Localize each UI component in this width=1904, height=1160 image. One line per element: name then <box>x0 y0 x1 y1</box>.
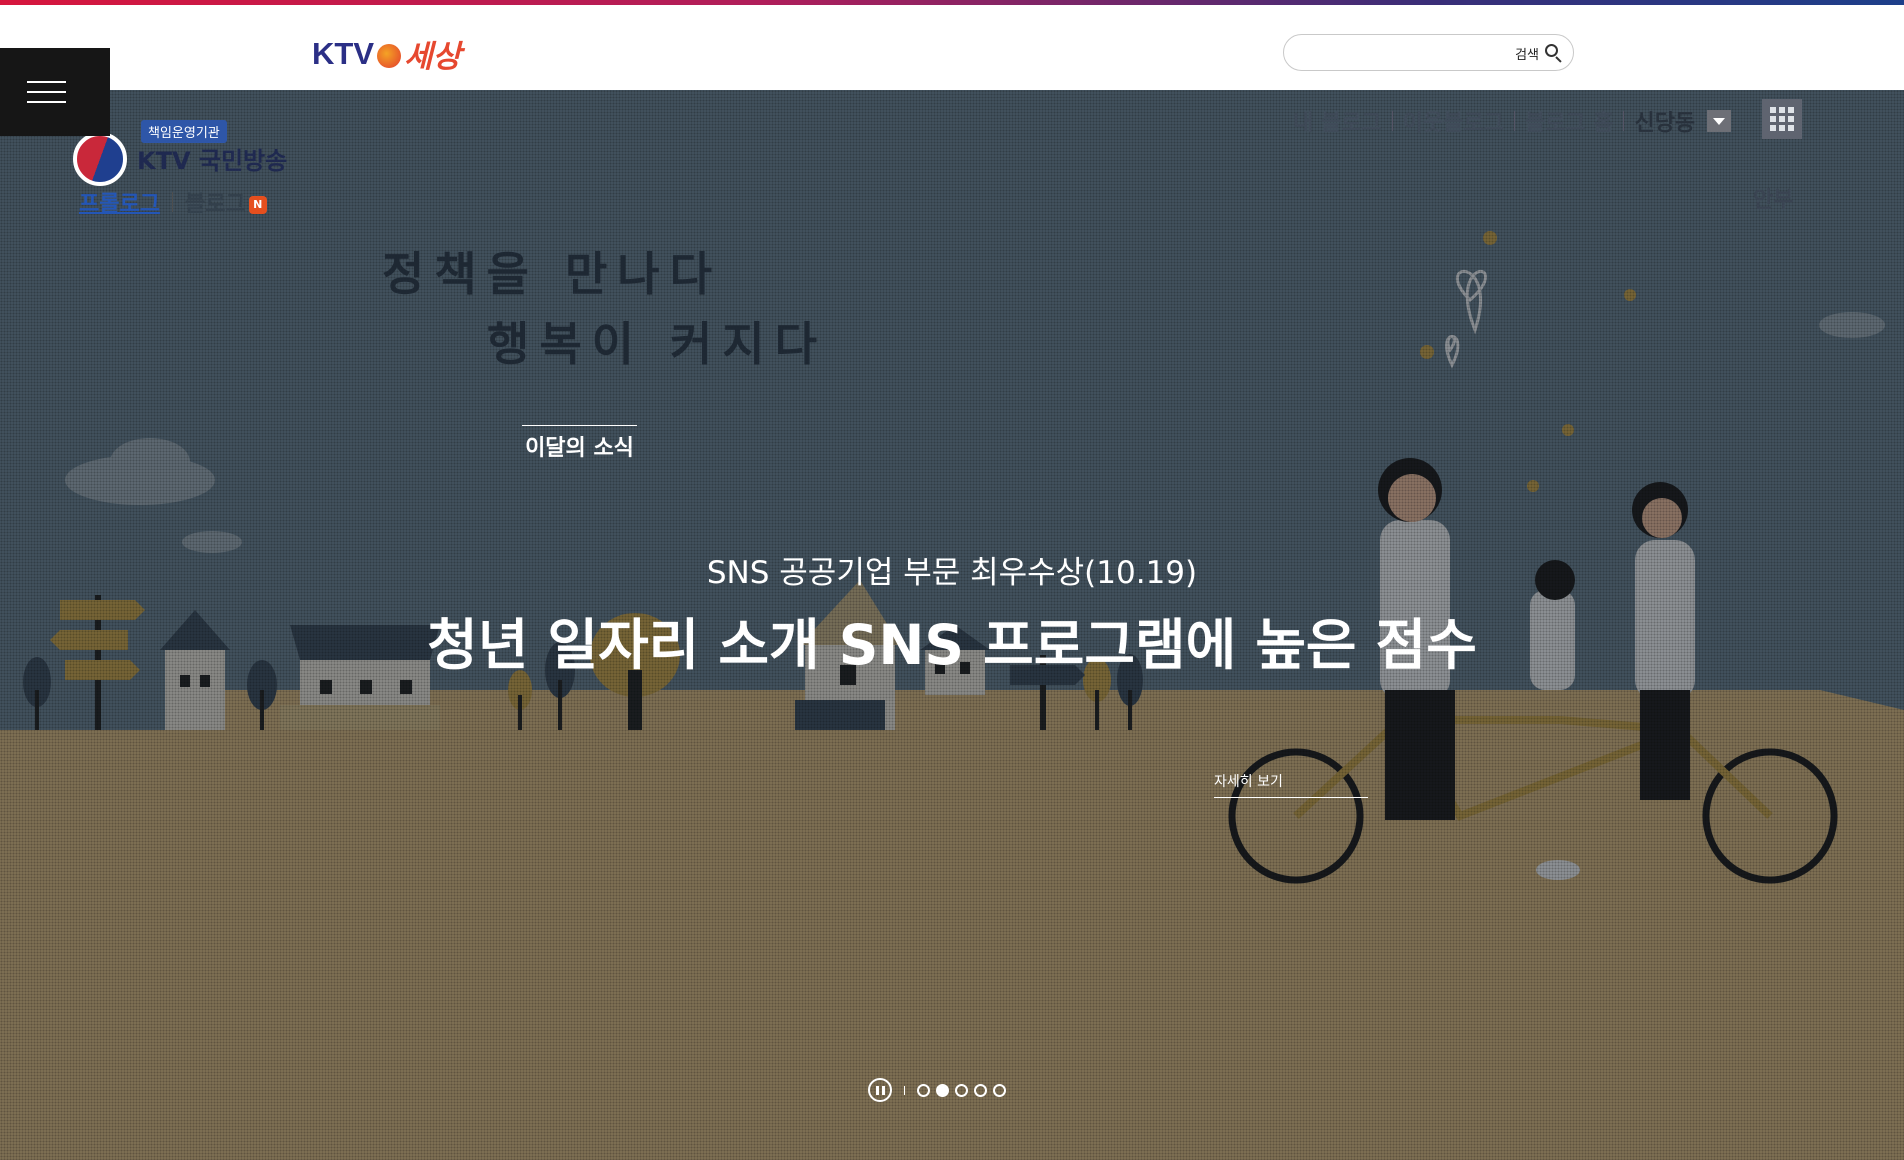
site-header: KTV 세상 검색 <box>0 5 1904 90</box>
guestbook-link[interactable]: 안부 <box>1753 182 1793 214</box>
slide-pager <box>868 1078 1006 1102</box>
tab-prolog[interactable]: 프롤로그 <box>79 186 160 218</box>
slogan-line-1: 정책을 만나다 <box>382 247 722 301</box>
more-link[interactable]: 자세히 보기 <box>1214 771 1368 798</box>
new-badge: N <box>248 196 267 214</box>
apps-grid-button[interactable] <box>1762 99 1802 139</box>
search-box: 검색 <box>1283 34 1574 71</box>
hamburger-menu-button[interactable] <box>0 48 110 136</box>
slide-dot-1[interactable] <box>917 1083 930 1097</box>
slide-dot-2[interactable] <box>936 1083 949 1097</box>
pause-icon[interactable] <box>868 1078 892 1102</box>
slide-dot-5[interactable] <box>993 1083 1006 1097</box>
blog-name[interactable]: KTV 국민방송 <box>137 141 287 176</box>
blog-home-link[interactable]: 블로그 홈 <box>1525 105 1614 137</box>
grid-icon <box>1770 107 1776 113</box>
blog-tabs: 프롤로그 블로그 N <box>79 186 267 218</box>
user-dropdown-button[interactable] <box>1707 110 1732 132</box>
neighbor-blog-link[interactable]: 이웃블로그 <box>1403 105 1504 137</box>
slide-subtitle: SNS 공공기업 부문 최우수상(10.19) <box>706 555 1198 591</box>
search-label: 검색 <box>1515 47 1539 63</box>
logo-ktv-text: KTV <box>312 35 374 71</box>
slide-dot-4[interactable] <box>974 1083 987 1097</box>
taegeuk-icon <box>73 132 127 186</box>
ktv-sesang-logo[interactable]: KTV 세상 <box>312 31 461 76</box>
user-name[interactable]: 신당동 <box>1634 105 1695 137</box>
chevron-down-icon <box>1713 118 1726 125</box>
agency-badge: 책임운영기관 <box>141 120 227 143</box>
search-icon <box>1545 44 1563 63</box>
utility-nav: 내 블로그 이웃블로그 블로그 홈 신당동 <box>1293 105 1732 137</box>
slide-dot-3[interactable] <box>955 1083 968 1097</box>
section-label: 이달의 소식 <box>522 425 637 462</box>
menu-icon <box>27 81 66 83</box>
search-button[interactable]: 검색 <box>1515 41 1563 65</box>
logo-sesang-text: 세상 <box>404 39 462 75</box>
my-blog-link[interactable]: 내 블로그 <box>1293 105 1382 137</box>
slogan-line-2: 행복이 커지다 <box>487 317 827 371</box>
tab-blog[interactable]: 블로그 N <box>185 186 267 218</box>
search-input[interactable] <box>1298 41 1478 65</box>
logo-emblem-icon <box>377 43 401 68</box>
slide-title: 청년 일자리 소개 SNS 프로그램에 높은 점수 <box>427 613 1477 677</box>
hero-banner: 정책을 만나다 행복이 커지다 이달의 소식 SNS 공공기업 부문 최우수상(… <box>0 90 1904 1160</box>
